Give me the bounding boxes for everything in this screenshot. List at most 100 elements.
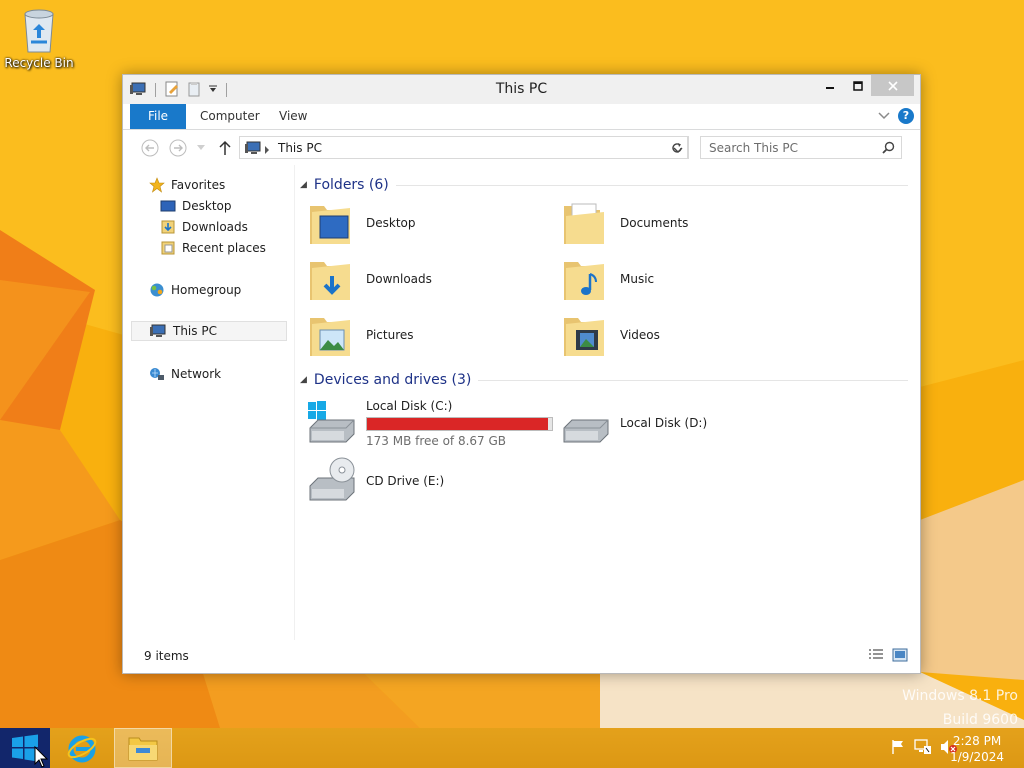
nav-homegroup[interactable]: Homegroup [149,280,241,300]
drive-c-usage-bar [366,416,553,431]
window-title: This PC [495,81,548,97]
collapse-triangle-icon[interactable]: ◢ [300,180,307,190]
drive-c-usage-fill [367,417,549,430]
folder-documents[interactable]: Documents [562,195,688,251]
recent-locations-icon[interactable] [195,139,207,157]
forward-button[interactable] [169,139,187,157]
nav-network[interactable]: Network [149,364,221,384]
nav-this-pc-label: This PC [173,324,217,338]
folder-videos[interactable]: Videos [562,307,660,363]
up-button[interactable] [216,139,234,157]
drive-c-details: Local Disk (C:) 173 MB free of 8.67 GB [366,399,553,448]
devices-group-header[interactable]: ◢ Devices and drives (3) [300,370,908,390]
downloads-icon [161,220,175,234]
drive-c-label: Local Disk (C:) [366,398,453,413]
cd-drive-icon [309,457,355,501]
system-tray [890,739,958,758]
recycle-bin-icon [19,6,59,54]
folders-group-header[interactable]: ◢ Folders (6) [300,175,908,195]
details-view-icon[interactable] [868,648,884,665]
nav-homegroup-label: Homegroup [171,283,242,297]
address-bar[interactable]: This PC [239,136,688,159]
clock-time: 2:28 PM [952,734,1002,748]
breadcrumb-arrow-icon[interactable] [264,143,270,157]
address-row: This PC [123,131,920,165]
hard-drive-icon [563,419,609,443]
computer-icon [150,324,166,337]
network-status-icon[interactable] [914,739,932,758]
drive-c-free-space: 173 MB free of 8.67 GB [366,433,507,448]
nav-favorites[interactable]: Favorites [149,175,225,195]
action-center-flag-icon[interactable] [890,739,906,758]
taskbar-clock[interactable]: 2:28 PM 1/9/2024 [950,733,1004,765]
group-divider [478,379,908,381]
tab-view[interactable]: View [266,104,320,129]
mouse-cursor-icon [34,745,49,768]
status-bar: 9 items [123,641,920,673]
folder-desktop[interactable]: Desktop [308,195,416,251]
drive-e-label: CD Drive (E:) [366,474,445,488]
taskbar-internet-explorer[interactable] [56,728,108,768]
folder-desktop-label: Desktop [366,216,416,230]
minimize-button[interactable] [815,75,845,96]
folders-group-label: Folders (6) [313,177,389,193]
nav-recent-places-label: Recent places [182,241,266,255]
nav-downloads-label: Downloads [182,220,248,234]
nav-desktop[interactable]: Desktop [160,196,232,216]
videos-folder-icon [564,318,604,356]
tab-computer[interactable]: Computer [187,104,273,129]
folder-documents-label: Documents [620,216,689,230]
refresh-button[interactable] [665,136,689,159]
refresh-icon [671,142,682,153]
nav-this-pc[interactable]: This PC [131,321,287,341]
file-explorer-icon [128,737,158,761]
internet-explorer-icon [67,735,97,763]
search-input[interactable] [701,137,876,158]
nav-desktop-label: Desktop [182,199,232,213]
collapse-triangle-icon[interactable]: ◢ [300,375,307,385]
recycle-bin[interactable]: Recycle Bin [4,6,74,70]
tab-file[interactable]: File [130,104,186,129]
folder-videos-label: Videos [620,328,660,342]
drive-e[interactable]: CD Drive (E:) [308,453,444,509]
nav-network-label: Network [171,367,222,381]
network-icon [150,368,164,380]
downloads-folder-icon [310,262,350,300]
folder-music[interactable]: Music [562,251,654,307]
nav-favorites-label: Favorites [171,178,226,192]
content-pane: ◢ Folders (6) Desktop Documents Download… [296,165,912,640]
title-bar[interactable]: This PC [123,75,920,104]
recent-places-icon [161,241,175,255]
item-count: 9 items [144,649,189,663]
folder-pictures[interactable]: Pictures [308,307,414,363]
computer-icon [244,140,262,159]
drive-d-label: Local Disk (D:) [620,416,708,430]
view-switcher [868,648,908,665]
homegroup-icon [150,283,164,297]
maximize-button[interactable] [843,75,873,96]
expand-ribbon-icon[interactable] [878,109,890,123]
nav-recent-places[interactable]: Recent places [160,238,266,258]
nav-downloads[interactable]: Downloads [160,217,248,237]
search-box[interactable] [700,136,902,159]
desktop-icon [160,200,176,212]
folder-music-label: Music [620,272,655,286]
group-divider [395,184,908,186]
os-watermark: Windows 8.1 Pro Build 9600 [902,684,1018,732]
pictures-folder-icon [310,318,350,356]
desktop-folder-icon [310,206,350,244]
back-button[interactable] [141,139,159,157]
large-icons-view-icon[interactable] [892,648,908,665]
close-button[interactable] [871,75,914,96]
watermark-edition: Windows 8.1 Pro [902,688,1018,704]
navigation-pane: Favorites Desktop Downloads Recent place… [123,165,295,640]
drive-d[interactable]: Local Disk (D:) [562,393,707,453]
explorer-window: This PC File Computer View ? This PC Sea… [122,74,921,674]
breadcrumb-this-pc[interactable]: This PC [278,141,322,155]
taskbar-file-explorer[interactable] [114,728,172,768]
search-icon[interactable] [882,141,895,157]
recycle-bin-label: Recycle Bin [4,56,74,70]
drive-c[interactable]: Local Disk (C:) 173 MB free of 8.67 GB [308,393,553,453]
help-icon[interactable]: ? [898,108,914,124]
folder-downloads[interactable]: Downloads [308,251,432,307]
